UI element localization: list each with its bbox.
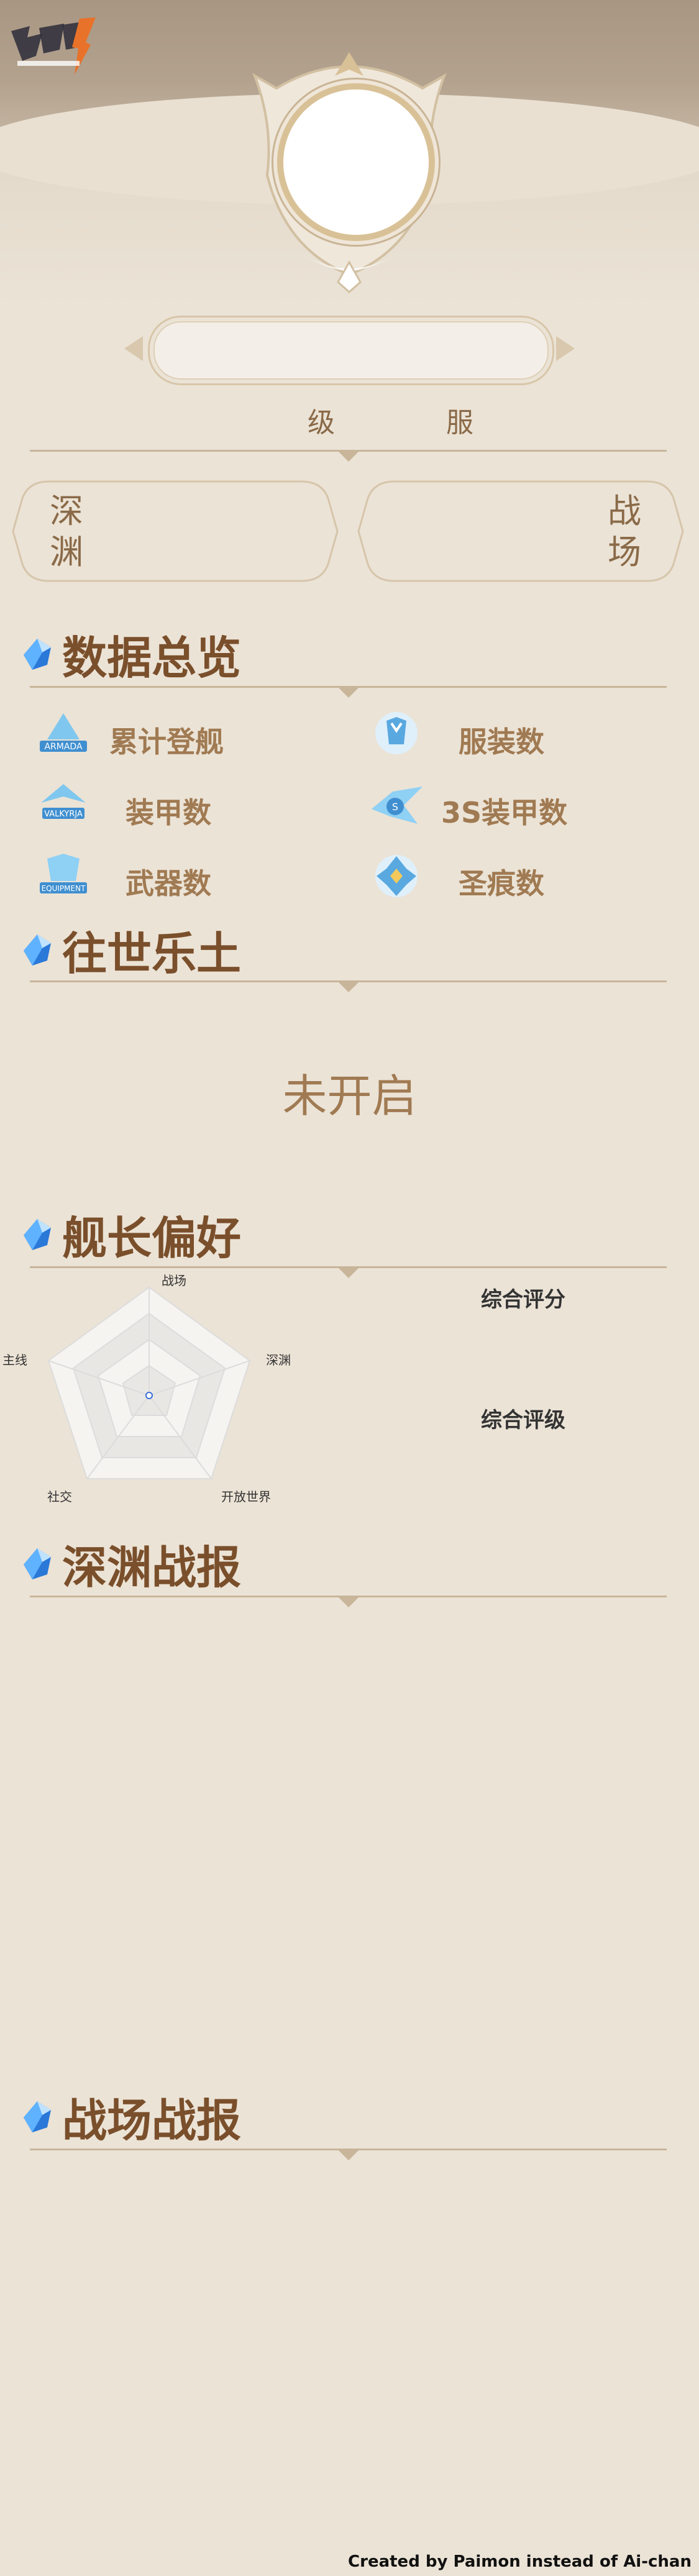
abyss-label: 深渊	[50, 491, 83, 572]
divider-notch	[339, 2150, 359, 2160]
divider-notch	[339, 982, 359, 992]
crystal-gem-icon	[24, 934, 51, 966]
plate-right-ornament	[556, 336, 575, 361]
overall-grade-label: 综合评级	[481, 1408, 565, 1433]
crystal-gem-icon	[24, 1219, 51, 1250]
level-label: 级	[308, 407, 335, 439]
section-title-preference: 舰长偏好	[62, 1212, 242, 1264]
server-label: 服	[446, 407, 473, 439]
section-title-overview: 数据总览	[62, 632, 242, 684]
radar-axis-label: 开放世界	[221, 1489, 271, 1504]
overview-item-label: 累计登舰	[109, 725, 224, 759]
plate-left-ornament	[124, 336, 143, 361]
radar-axis-label: 深渊	[266, 1353, 291, 1368]
overview-item-label: 服装数	[459, 725, 544, 759]
radar-axis-label: 主线	[2, 1353, 27, 1368]
section-title-elysian: 往世乐土	[62, 928, 242, 980]
avatar	[277, 83, 435, 241]
overview-item-label: 武器数	[126, 867, 211, 900]
outfit-icon	[375, 712, 418, 754]
armada-icon: ARMADA	[40, 713, 87, 752]
svg-text:EQUIPMENT: EQUIPMENT	[42, 884, 86, 893]
radar-axis-label: 社交	[47, 1489, 72, 1504]
svg-text:S: S	[392, 801, 398, 813]
elysian-status: 未开启	[282, 1070, 417, 1122]
overview-item-label: 3S装甲数	[441, 796, 568, 829]
section-title-battlefield-report: 战场战报	[62, 2094, 242, 2147]
svg-text:ARMADA: ARMADA	[44, 742, 82, 752]
overview-item-label: 装甲数	[126, 796, 211, 829]
radar-center-point	[145, 1392, 153, 1399]
valkyrja-icon: VALKYRJA	[41, 784, 86, 819]
svg-text:VALKYRJA: VALKYRJA	[44, 810, 83, 819]
nickname-plate	[148, 316, 554, 385]
divider-notch	[339, 1597, 359, 1607]
divider-notch	[339, 1268, 359, 1278]
crystal-gem-icon	[24, 639, 51, 670]
crystal-gem-icon	[24, 2101, 51, 2132]
footer-credit: Created by Paimon instead of Ai-chan	[348, 2552, 692, 2571]
section-title-abyss-report: 深渊战报	[62, 1541, 242, 1594]
crystal-gem-icon	[24, 1548, 51, 1579]
equipment-icon: EQUIPMENT	[40, 854, 87, 893]
divider-notch	[339, 452, 359, 462]
overall-score-label: 综合评分	[481, 1287, 565, 1312]
stigmata-icon	[375, 855, 418, 897]
game-logo	[11, 17, 96, 75]
s-rank-valkyrja-icon: S	[372, 787, 423, 824]
divider-notch	[339, 688, 359, 698]
overview-item-label: 圣痕数	[459, 867, 544, 900]
radar-axis-label: 战场	[162, 1274, 186, 1288]
battlefield-label: 战场	[608, 491, 641, 572]
preference-radar-chart: 战场 深渊 开放世界 社交 主线	[2, 1274, 291, 1504]
